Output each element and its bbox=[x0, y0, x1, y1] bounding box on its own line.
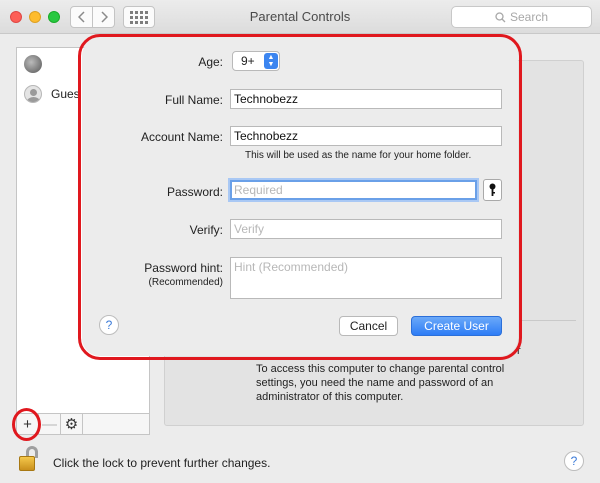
title-bar: Parental Controls Search bbox=[0, 0, 600, 34]
admin-info-text: To access this computer to change parent… bbox=[256, 363, 505, 403]
remove-user-button[interactable]: — bbox=[39, 414, 61, 434]
gear-icon[interactable]: ⚙ bbox=[61, 414, 83, 434]
annotation-highlight-dialog bbox=[78, 34, 522, 360]
divider bbox=[520, 320, 576, 321]
help-button[interactable]: ? bbox=[564, 451, 584, 471]
search-icon bbox=[495, 11, 506, 22]
user-avatar[interactable] bbox=[24, 55, 42, 73]
guest-user-label[interactable]: Gues bbox=[51, 87, 80, 101]
lock-icon[interactable] bbox=[19, 446, 41, 472]
annotation-highlight-add bbox=[12, 408, 41, 441]
lock-text: Click the lock to prevent further change… bbox=[53, 456, 271, 470]
search-field[interactable]: Search bbox=[451, 6, 592, 28]
guest-avatar-icon[interactable] bbox=[24, 85, 42, 103]
search-placeholder: Search bbox=[509, 10, 549, 24]
